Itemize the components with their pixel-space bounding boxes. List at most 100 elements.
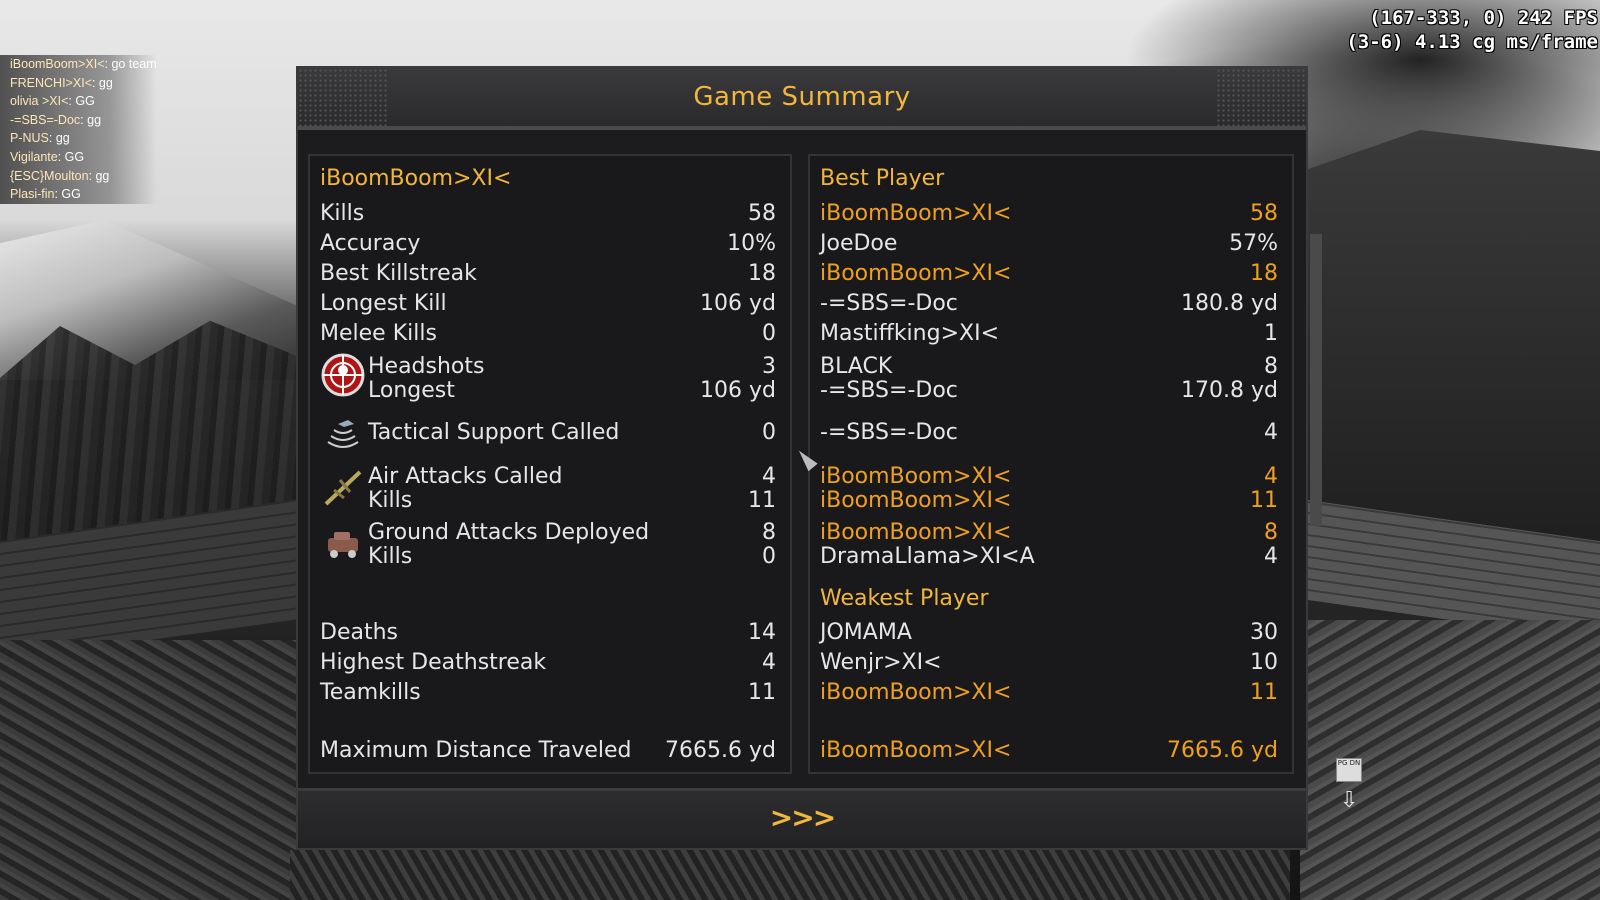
leader-value: 4 [1264, 544, 1278, 569]
fps-readout: (167-333, 0) 242 FPS [1369, 7, 1598, 29]
leader-name: Mastiffking>XI< [820, 321, 1000, 346]
leader-row-killstreak: iBoomBoom>XI< 18 [810, 259, 1292, 289]
chat-line: Vigilante: GG [0, 147, 157, 167]
stat-value: 58 [748, 201, 776, 226]
best-player-heading: Best Player [820, 166, 945, 191]
leader-value: 11 [1250, 488, 1278, 513]
leader-row-air-kills: iBoomBoom>XI< 11 [810, 486, 1292, 516]
stat-label: Maximum Distance Traveled [320, 738, 632, 763]
stat-row-deaths: Deaths 14 [310, 618, 790, 648]
leader-row-headshot-longest: -=SBS=-Doc 170.8 yd [810, 376, 1292, 406]
stat-label: Accuracy [320, 231, 421, 256]
leader-name: iBoomBoom>XI< [820, 201, 1012, 226]
leader-name: iBoomBoom>XI< [820, 680, 1012, 705]
background-trees-right [1300, 130, 1600, 550]
stat-value: 18 [748, 261, 776, 286]
stat-label: Kills [320, 201, 365, 226]
stat-row-accuracy: Accuracy 10% [310, 229, 790, 259]
panel-footer: >>> [298, 788, 1306, 848]
leader-value: 57% [1229, 231, 1278, 256]
stat-row-melee: Melee Kills 0 [310, 319, 790, 349]
down-arrow-icon[interactable]: ⇩ [1340, 790, 1358, 812]
leader-name: -=SBS=-Doc [820, 420, 958, 445]
stat-row-tactical: Tactical Support Called 0 [310, 418, 790, 448]
panel-header: Game Summary [298, 68, 1306, 130]
leader-name: iBoomBoom>XI< [820, 261, 1012, 286]
chat-line: -=SBS=-Doc: gg [0, 110, 157, 130]
leader-name: -=SBS=-Doc [820, 291, 958, 316]
leader-value: 4 [1264, 420, 1278, 445]
scrollbar[interactable] [1310, 234, 1322, 526]
leader-row-ground-kills: DramaLlama>XI<A 4 [810, 542, 1292, 572]
leader-name: Wenjr>XI< [820, 650, 942, 675]
leader-row-deathstreak: Wenjr>XI< 10 [810, 648, 1292, 678]
leader-value: 30 [1250, 620, 1278, 645]
leader-value: 170.8 yd [1181, 378, 1278, 403]
stat-value: 10% [727, 231, 776, 256]
leader-name: DramaLlama>XI<A [820, 544, 1035, 569]
leader-name: JOMAMA [820, 620, 912, 645]
chat-line: iBoomBoom>XI<: go team [0, 55, 157, 74]
stat-row-longest-kill: Longest Kill 106 yd [310, 289, 790, 319]
stat-value: 7665.6 yd [665, 738, 776, 763]
stat-label: Longest [368, 378, 455, 403]
leader-row-kills: iBoomBoom>XI< 58 [810, 199, 1292, 229]
stat-label: Tactical Support Called [368, 420, 620, 445]
stat-row-kills: Kills 58 [310, 199, 790, 229]
performance-readout: (167-333, 0) 242 FPS (3-6) 4.13 cg ms/fr… [1346, 6, 1598, 54]
background-ground-bottom [290, 850, 1290, 900]
stat-label: Teamkills [320, 680, 421, 705]
stat-value: 11 [748, 488, 776, 513]
leader-value: 58 [1250, 201, 1278, 226]
leader-name: -=SBS=-Doc [820, 378, 958, 403]
stat-value: 11 [748, 680, 776, 705]
leader-value: 10 [1250, 650, 1278, 675]
stat-value: 0 [762, 420, 776, 445]
stat-row-deathstreak: Highest Deathstreak 4 [310, 648, 790, 678]
player-name-row: iBoomBoom>XI< [310, 164, 790, 194]
leader-row-accuracy: JoeDoe 57% [810, 229, 1292, 259]
leader-row-deaths: JOMAMA 30 [810, 618, 1292, 648]
weakest-player-heading: Weakest Player [820, 586, 989, 611]
player-name: iBoomBoom>XI< [320, 166, 512, 191]
page-title: Game Summary [693, 82, 911, 112]
stat-label: Highest Deathstreak [320, 650, 547, 675]
leader-value: 11 [1250, 680, 1278, 705]
leader-value: 7665.6 yd [1167, 738, 1278, 763]
weakest-player-heading-row: Weakest Player [810, 584, 1292, 614]
stat-row-ground-kills: Kills 0 [310, 542, 790, 572]
stat-row-killstreak: Best Killstreak 18 [310, 259, 790, 289]
stat-label: Longest Kill [320, 291, 447, 316]
next-button[interactable]: >>> [770, 801, 836, 834]
stat-row-distance: Maximum Distance Traveled 7665.6 yd [310, 736, 790, 766]
stat-row-headshot-longest: Longest 106 yd [310, 376, 790, 406]
leader-name: JoeDoe [820, 231, 898, 256]
leader-name: iBoomBoom>XI< [820, 488, 1012, 513]
player-stats-column: iBoomBoom>XI< Kills 58 Accuracy 10% Best… [308, 154, 792, 774]
stat-label: Deaths [320, 620, 398, 645]
frame-time-readout: (3-6) 4.13 cg ms/frame [1346, 31, 1598, 53]
stat-label: Melee Kills [320, 321, 437, 346]
leader-row-longest-kill: -=SBS=-Doc 180.8 yd [810, 289, 1292, 319]
leader-row-tactical: -=SBS=-Doc 4 [810, 418, 1292, 448]
stat-row-air-kills: Kills 11 [310, 486, 790, 516]
chat-log: iBoomBoom>XI<: go team FRENCHI>XI<: gg o… [0, 55, 157, 204]
leader-value: 1 [1264, 321, 1278, 346]
leader-row-melee: Mastiffking>XI< 1 [810, 319, 1292, 349]
stat-value: 106 yd [700, 378, 776, 403]
stat-label: Best Killstreak [320, 261, 477, 286]
leaders-column: Best Player iBoomBoom>XI< 58 JoeDoe 57% … [808, 154, 1294, 774]
leader-value: 180.8 yd [1181, 291, 1278, 316]
stat-value: 0 [762, 544, 776, 569]
best-player-heading-row: Best Player [810, 164, 1292, 194]
stat-value: 0 [762, 321, 776, 346]
stat-value: 4 [762, 650, 776, 675]
page-down-key-icon[interactable]: PG DN [1336, 758, 1362, 782]
stat-label: Kills [368, 544, 413, 569]
leader-row-teamkills: iBoomBoom>XI< 11 [810, 678, 1292, 708]
stat-value: 106 yd [700, 291, 776, 316]
stat-row-teamkills: Teamkills 11 [310, 678, 790, 708]
leader-name: iBoomBoom>XI< [820, 738, 1012, 763]
chat-line: olivia >XI<: GG [0, 92, 157, 111]
chat-line: Plasi-fin: GG [0, 185, 157, 204]
